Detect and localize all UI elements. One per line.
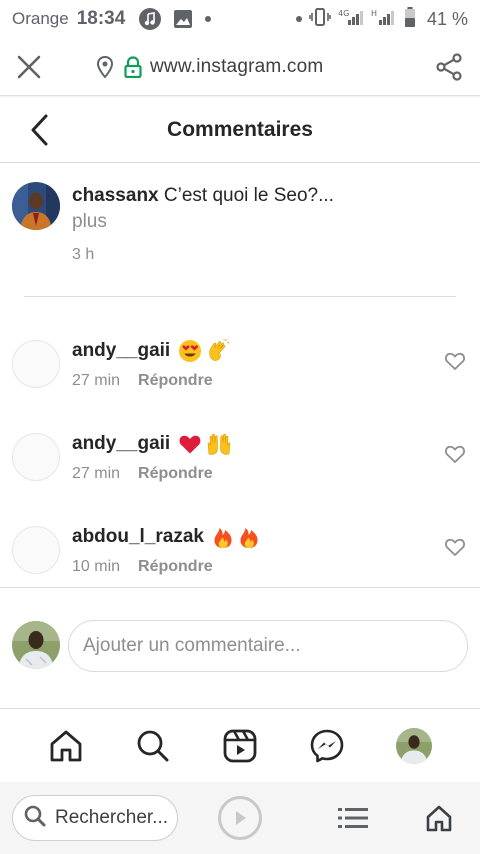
vibrate-icon	[309, 7, 331, 31]
browser-url-bar: www.instagram.com	[0, 38, 480, 96]
menu-list-icon[interactable]	[338, 803, 368, 833]
battery-icon	[404, 6, 416, 32]
profile-avatar[interactable]	[394, 726, 434, 766]
like-heart-icon[interactable]	[444, 443, 466, 465]
music-note-icon	[139, 8, 162, 30]
comment-input[interactable]: Ajouter un commentaire...	[68, 620, 468, 672]
caption-content: C’est quoi le Seo?...	[163, 185, 334, 206]
comment-username[interactable]: abdou_l_razak	[72, 526, 204, 548]
comment-timestamp: 27 min	[72, 372, 121, 389]
back-arrow-icon[interactable]	[28, 112, 58, 148]
fire-emoji-icon	[240, 528, 258, 548]
caption-text: chassanx C’est quoi le Seo?...	[72, 184, 462, 208]
browser-search-box[interactable]: Rechercher...	[12, 795, 178, 841]
comment-item: andy__gaii 27 min Répondre	[12, 338, 468, 398]
browser-bottom-bar: Rechercher...	[0, 782, 480, 854]
share-icon[interactable]	[434, 52, 464, 82]
reply-button[interactable]: Répondre	[138, 558, 213, 576]
clap-emoji-icon	[209, 339, 230, 361]
notification-dot-icon	[205, 16, 212, 22]
comment-timestamp: 27 min	[72, 465, 121, 482]
close-icon[interactable]	[16, 47, 66, 87]
fire-emoji-icon	[214, 528, 232, 548]
more-link[interactable]: plus	[72, 208, 462, 236]
svg-text:4G: 4G	[338, 9, 349, 18]
reels-icon[interactable]	[220, 726, 260, 766]
reply-button[interactable]: Répondre	[138, 465, 213, 483]
location-pin-icon[interactable]	[96, 55, 114, 78]
avatar[interactable]	[12, 433, 60, 481]
avatar[interactable]	[12, 340, 60, 388]
comment-line: andy__gaii	[72, 338, 230, 364]
lock-icon	[124, 55, 142, 78]
notification-dot-icon	[295, 16, 302, 22]
comment-body: andy__gaii 27 min Répondre	[72, 431, 232, 483]
raised-hands-emoji-icon	[207, 433, 231, 455]
heart-eyes-emoji-icon	[179, 340, 202, 362]
comment-timestamp: 10 min	[72, 558, 121, 575]
home-icon[interactable]	[46, 726, 86, 766]
post-timestamp: 3 h	[72, 246, 95, 263]
messenger-icon[interactable]	[307, 726, 347, 766]
avatar[interactable]	[12, 182, 60, 230]
comment-username[interactable]: andy__gaii	[72, 433, 170, 455]
page-header: Commentaires	[0, 97, 480, 163]
comments-divider	[0, 587, 480, 588]
reply-button[interactable]: Répondre	[138, 372, 213, 390]
status-bar: Orange 18:34 4G H 41 %	[0, 0, 480, 38]
url-text[interactable]: www.instagram.com	[150, 56, 323, 78]
comment-body: andy__gaii 27 min Répondre	[72, 338, 230, 390]
caption-divider	[24, 296, 456, 297]
signal-h-icon: H	[371, 8, 397, 31]
signal-4g-icon: 4G	[338, 8, 364, 31]
carrier-name: Orange	[12, 9, 69, 28]
comment-item: abdou_l_razak 10 min Répondre	[12, 524, 468, 584]
comment-body: abdou_l_razak 10 min Répondre	[72, 524, 260, 576]
comment-item: andy__gaii 27 min Répondre	[12, 431, 468, 491]
add-comment-bar: Ajouter un commentaire...	[12, 620, 468, 672]
like-heart-icon[interactable]	[444, 350, 466, 372]
like-heart-icon[interactable]	[444, 536, 466, 558]
browser-search-text: Rechercher...	[55, 807, 167, 828]
comment-username[interactable]: andy__gaii	[72, 340, 170, 362]
battery-percentage: 41 %	[426, 8, 468, 29]
avatar[interactable]	[12, 526, 60, 574]
search-icon[interactable]	[133, 726, 173, 766]
comment-line: abdou_l_razak	[72, 524, 260, 550]
page-title: Commentaires	[167, 117, 313, 141]
avatar	[12, 621, 60, 669]
avatar	[396, 727, 433, 764]
comment-line: andy__gaii	[72, 431, 232, 457]
red-heart-emoji-icon	[179, 435, 201, 454]
caption-username[interactable]: chassanx	[72, 185, 159, 206]
caption-body: chassanx C’est quoi le Seo?... plus 3 h	[72, 184, 462, 264]
gallery-icon	[173, 9, 193, 29]
svg-text:H: H	[371, 9, 377, 18]
play-icon[interactable]	[218, 796, 262, 840]
browser-home-icon[interactable]	[424, 803, 454, 833]
status-clock: 18:34	[76, 8, 126, 29]
search-icon	[23, 804, 47, 833]
instagram-bottom-nav	[0, 708, 480, 782]
